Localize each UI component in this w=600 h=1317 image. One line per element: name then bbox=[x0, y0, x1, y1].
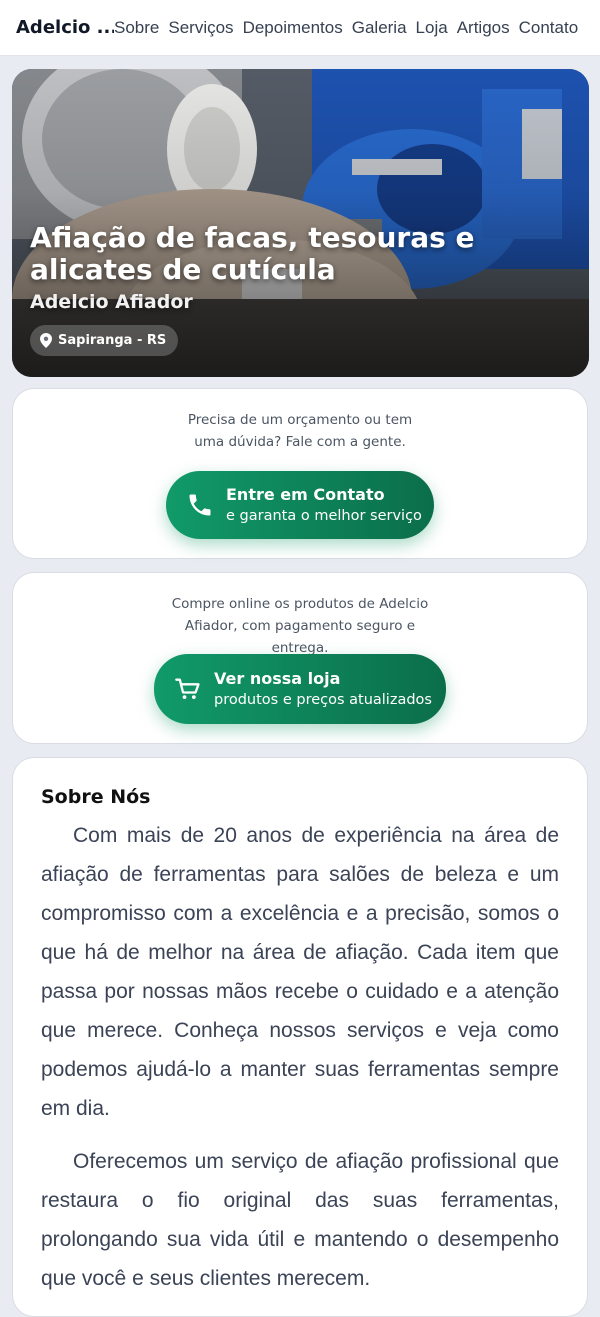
about-heading: Sobre Nós bbox=[41, 786, 151, 808]
shop-button-subtitle: produtos e preços atualizados bbox=[214, 692, 432, 708]
nav-link-contato[interactable]: Contato bbox=[519, 18, 579, 38]
contact-card-text: Precisa de um orçamento ou tem uma dúvid… bbox=[187, 412, 413, 450]
top-navbar: Adelcio ... Sobre Serviços Depoimentos G… bbox=[0, 0, 600, 56]
nav-link-loja[interactable]: Loja bbox=[416, 18, 448, 38]
shop-button[interactable]: Ver nossa loja produtos e preços atualiz… bbox=[154, 654, 446, 724]
nav-link-sobre[interactable]: Sobre bbox=[114, 18, 159, 38]
contact-button-title: Entre em Contato bbox=[226, 485, 385, 504]
shop-button-title: Ver nossa loja bbox=[214, 669, 341, 688]
main-nav: Sobre Serviços Depoimentos Galeria Loja … bbox=[114, 18, 578, 38]
contact-card: Precisa de um orçamento ou tem uma dúvid… bbox=[12, 388, 588, 559]
contact-button-subtitle: e garanta o melhor serviço bbox=[226, 508, 422, 524]
about-paragraph-1: Com mais de 20 anos de experiência na ár… bbox=[41, 824, 559, 1120]
hero-banner: Afiação de facas, tesouras e alicates de… bbox=[12, 69, 589, 377]
nav-link-artigos[interactable]: Artigos bbox=[457, 18, 510, 38]
brand-logo-text[interactable]: Adelcio ... bbox=[16, 17, 114, 38]
hero-title: Afiação de facas, tesouras e alicates de… bbox=[30, 221, 475, 286]
about-paragraph-2: Oferecemos um serviço de afiação profiss… bbox=[41, 1150, 559, 1290]
shop-card: Compre online os produtos de Adelcio Afi… bbox=[12, 572, 588, 744]
hero-subtitle: Adelcio Afiador bbox=[30, 291, 193, 313]
nav-link-depoimentos[interactable]: Depoimentos bbox=[243, 18, 343, 38]
location-badge: Sapiranga - RS bbox=[30, 325, 179, 356]
nav-link-servicos[interactable]: Serviços bbox=[168, 18, 233, 38]
cart-icon bbox=[175, 678, 200, 700]
about-section: Sobre Nós Com mais de 20 anos de experiê… bbox=[12, 757, 588, 1317]
contact-button[interactable]: Entre em Contato e garanta o melhor serv… bbox=[166, 471, 434, 539]
location-text: Sapiranga - RS bbox=[58, 333, 167, 348]
shop-card-text: Compre online os produtos de Adelcio Afi… bbox=[171, 596, 429, 656]
nav-link-galeria[interactable]: Galeria bbox=[352, 18, 407, 38]
map-pin-icon bbox=[40, 333, 52, 348]
phone-icon bbox=[189, 494, 211, 516]
